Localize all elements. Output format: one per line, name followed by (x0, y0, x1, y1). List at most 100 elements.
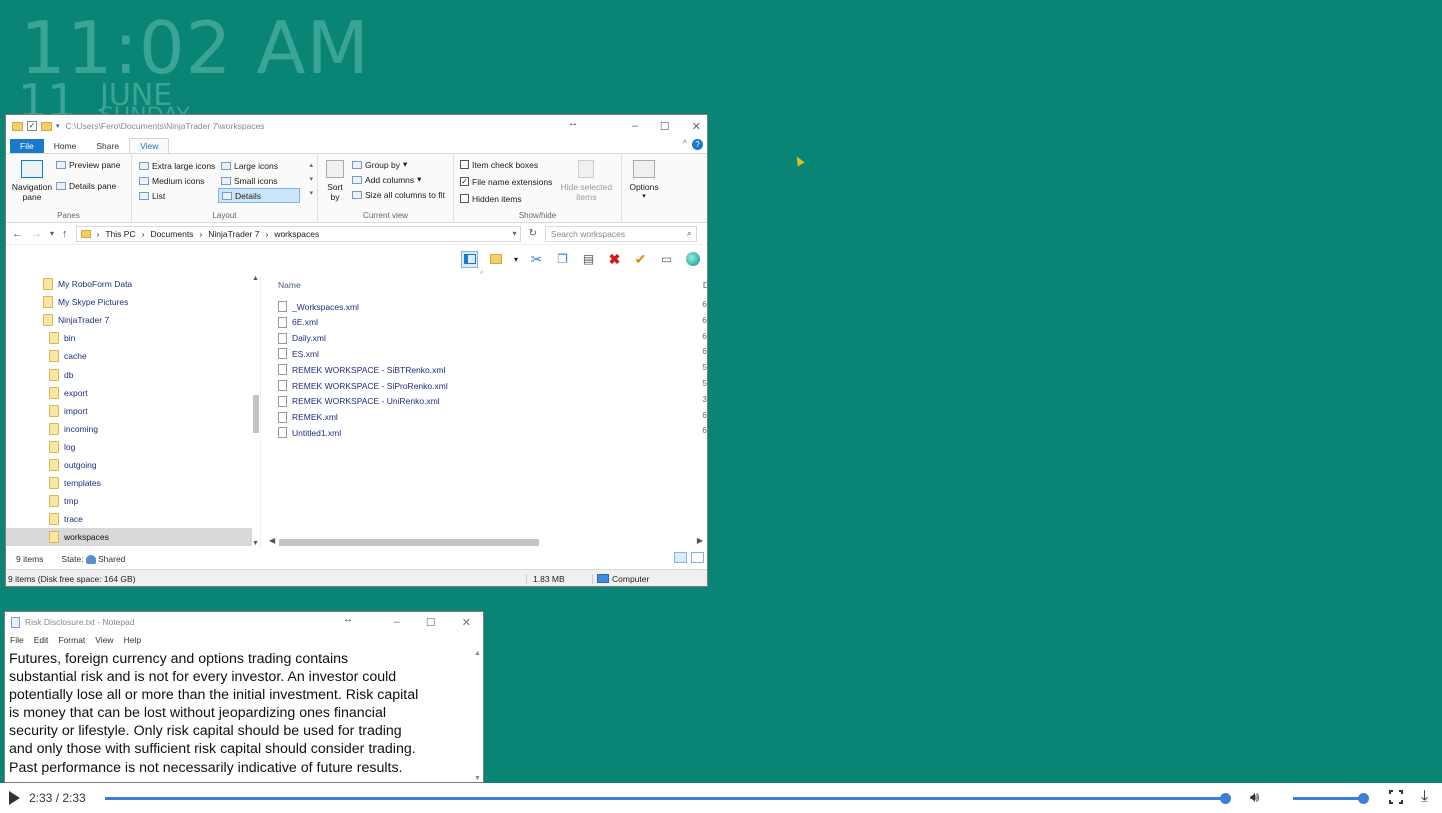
layout-scroll-arrows[interactable]: ▴ ▾ ▾ (309, 159, 313, 201)
nav-item[interactable]: templates (6, 474, 252, 492)
hidden-items-toggle[interactable]: Hidden items (460, 191, 552, 206)
navigation-pane-button[interactable]: Navigation pane (10, 157, 54, 202)
scroll-thumb[interactable] (279, 539, 539, 546)
file-list-hscrollbar[interactable]: ◀ ▶ (269, 536, 703, 547)
breadcrumb-ninjatrader[interactable]: NinjaTrader 7 (208, 229, 259, 239)
column-header-name[interactable]: Name (278, 280, 301, 290)
close-icon[interactable]: ✕ (462, 616, 471, 629)
properties-check-icon[interactable]: ✓ (27, 121, 37, 131)
preview-toggle-icon[interactable] (461, 250, 478, 268)
notepad-text-area[interactable]: Futures, foreign currency and options tr… (5, 648, 483, 777)
copy-icon[interactable]: ❐ (554, 251, 571, 268)
minimize-icon[interactable]: – (394, 616, 400, 628)
tab-share[interactable]: Share (86, 139, 129, 153)
search-input[interactable]: Search workspaces ⌕ (544, 225, 697, 242)
file-row[interactable]: ES.xml (278, 346, 319, 361)
breadcrumb-this-pc[interactable]: This PC (105, 229, 135, 239)
breadcrumb-documents[interactable]: Documents (150, 229, 193, 239)
file-row[interactable]: _Workspaces.xml (278, 299, 359, 314)
file-row[interactable]: Untitled1.xml (278, 425, 341, 440)
delete-icon[interactable]: ✖ (606, 251, 623, 268)
recent-locations-icon[interactable]: ▾ (50, 229, 54, 238)
column-header-date[interactable]: D (703, 280, 707, 290)
nav-item[interactable]: tmp (6, 492, 252, 510)
file-row[interactable]: Daily.xml (278, 331, 326, 346)
cut-icon[interactable]: ✂ (528, 251, 545, 268)
large-icons-view-toggle-icon[interactable] (691, 552, 704, 563)
hidden-items-checkbox[interactable] (460, 194, 469, 203)
file-name-extensions-toggle[interactable]: ✓ File name extensions (460, 174, 552, 189)
size-columns-button[interactable]: Size all columns to fit (352, 187, 445, 202)
details-view-toggle-icon[interactable] (674, 552, 687, 563)
scroll-right-icon[interactable]: ▶ (697, 536, 703, 545)
help-icon[interactable]: ? (692, 139, 703, 150)
seek-knob[interactable] (1220, 793, 1231, 804)
nav-item[interactable]: cache (6, 347, 252, 365)
layout-extra-large-icons[interactable]: Extra large icons (136, 158, 218, 173)
add-columns-button[interactable]: Add columns ▾ (352, 172, 445, 187)
layout-list[interactable]: List (136, 188, 218, 203)
nav-item[interactable]: log (6, 438, 252, 456)
notepad-scrollbar[interactable]: ▲ ▼ (473, 650, 482, 782)
nav-item[interactable]: bin (6, 329, 252, 347)
tab-view[interactable]: View (129, 138, 170, 153)
sort-by-button[interactable]: Sort by (322, 157, 348, 202)
layout-small-icons[interactable]: Small icons (218, 173, 300, 188)
file-row[interactable]: REMEK.xml (278, 410, 338, 425)
nav-item[interactable]: db (6, 366, 252, 384)
file-row[interactable]: REMEK WORKSPACE - SiBTRenko.xml (278, 362, 445, 377)
scroll-left-icon[interactable]: ◀ (269, 536, 275, 545)
file-row[interactable]: 6E.xml (278, 315, 318, 330)
up-arrow-icon[interactable]: ↑ (62, 228, 68, 240)
nav-item[interactable]: My RoboForm Data (6, 275, 252, 293)
minimize-icon[interactable]: – (632, 120, 638, 132)
layout-large-icons[interactable]: Large icons (218, 158, 300, 173)
volume-knob[interactable] (1358, 793, 1369, 804)
back-arrow-icon[interactable]: ← (12, 228, 23, 240)
collapse-ribbon-icon[interactable]: ^ (683, 138, 687, 148)
paste-icon[interactable]: ▤ (580, 251, 597, 268)
nav-item[interactable]: incoming (6, 420, 252, 438)
options-button[interactable]: Options ▾ (626, 157, 662, 202)
qa-dropdown-icon[interactable]: ▾ (56, 122, 60, 130)
maximize-icon[interactable]: ☐ (660, 120, 670, 133)
chevron-down-icon[interactable]: ▾ (513, 229, 517, 238)
new-folder-icon[interactable] (41, 121, 52, 131)
download-icon[interactable]: ⤓ (1421, 788, 1428, 806)
menu-view[interactable]: View (95, 635, 113, 645)
nav-item[interactable]: trace (6, 510, 252, 528)
fullscreen-icon[interactable] (1388, 789, 1404, 805)
seek-bar[interactable] (105, 793, 1231, 804)
globe-icon[interactable] (684, 251, 701, 268)
menu-help[interactable]: Help (124, 635, 141, 645)
item-check-boxes-checkbox[interactable] (460, 160, 469, 169)
details-pane-button[interactable]: Details pane (56, 178, 121, 193)
menu-format[interactable]: Format (58, 635, 85, 645)
breadcrumb-workspaces[interactable]: workspaces (274, 229, 319, 239)
preview-pane-button[interactable]: Preview pane (56, 157, 121, 172)
nav-scrollbar[interactable]: ▲ ▼ (252, 275, 260, 547)
nav-item[interactable]: export (6, 384, 252, 402)
scroll-up-icon[interactable]: ▲ (474, 650, 481, 657)
nav-item[interactable]: outgoing (6, 456, 252, 474)
menu-file[interactable]: File (10, 635, 24, 645)
play-icon[interactable] (9, 791, 20, 805)
hide-selected-items-button[interactable]: Hide selected items (558, 157, 614, 206)
address-bar[interactable]: › This PC › Documents › NinjaTrader 7 › … (75, 225, 521, 242)
maximize-icon[interactable]: ☐ (426, 616, 436, 629)
refresh-icon[interactable]: ↻ (529, 228, 537, 239)
forward-arrow-icon[interactable]: → (31, 228, 42, 240)
explorer-titlebar[interactable]: ✓ ▾ C:\Users\Fero\Documents\NinjaTrader … (6, 115, 707, 137)
nav-item[interactable]: My Skype Pictures (6, 293, 252, 311)
file-name-extensions-checkbox[interactable]: ✓ (460, 177, 469, 186)
file-row[interactable]: REMEK WORKSPACE - UniRenko.xml (278, 394, 440, 409)
scroll-thumb[interactable] (253, 395, 259, 433)
checkmark-icon[interactable]: ✔ (632, 251, 649, 268)
new-folder-icon[interactable] (487, 251, 504, 268)
volume-icon[interactable]: 🔊︎ (1250, 789, 1259, 806)
group-by-button[interactable]: Group by ▾ (352, 157, 445, 172)
chevron-down-icon[interactable]: ▾ (513, 251, 519, 268)
close-icon[interactable]: ✕ (692, 120, 701, 133)
layout-medium-icons[interactable]: Medium icons (136, 173, 218, 188)
nav-item[interactable]: workspaces (6, 528, 252, 547)
